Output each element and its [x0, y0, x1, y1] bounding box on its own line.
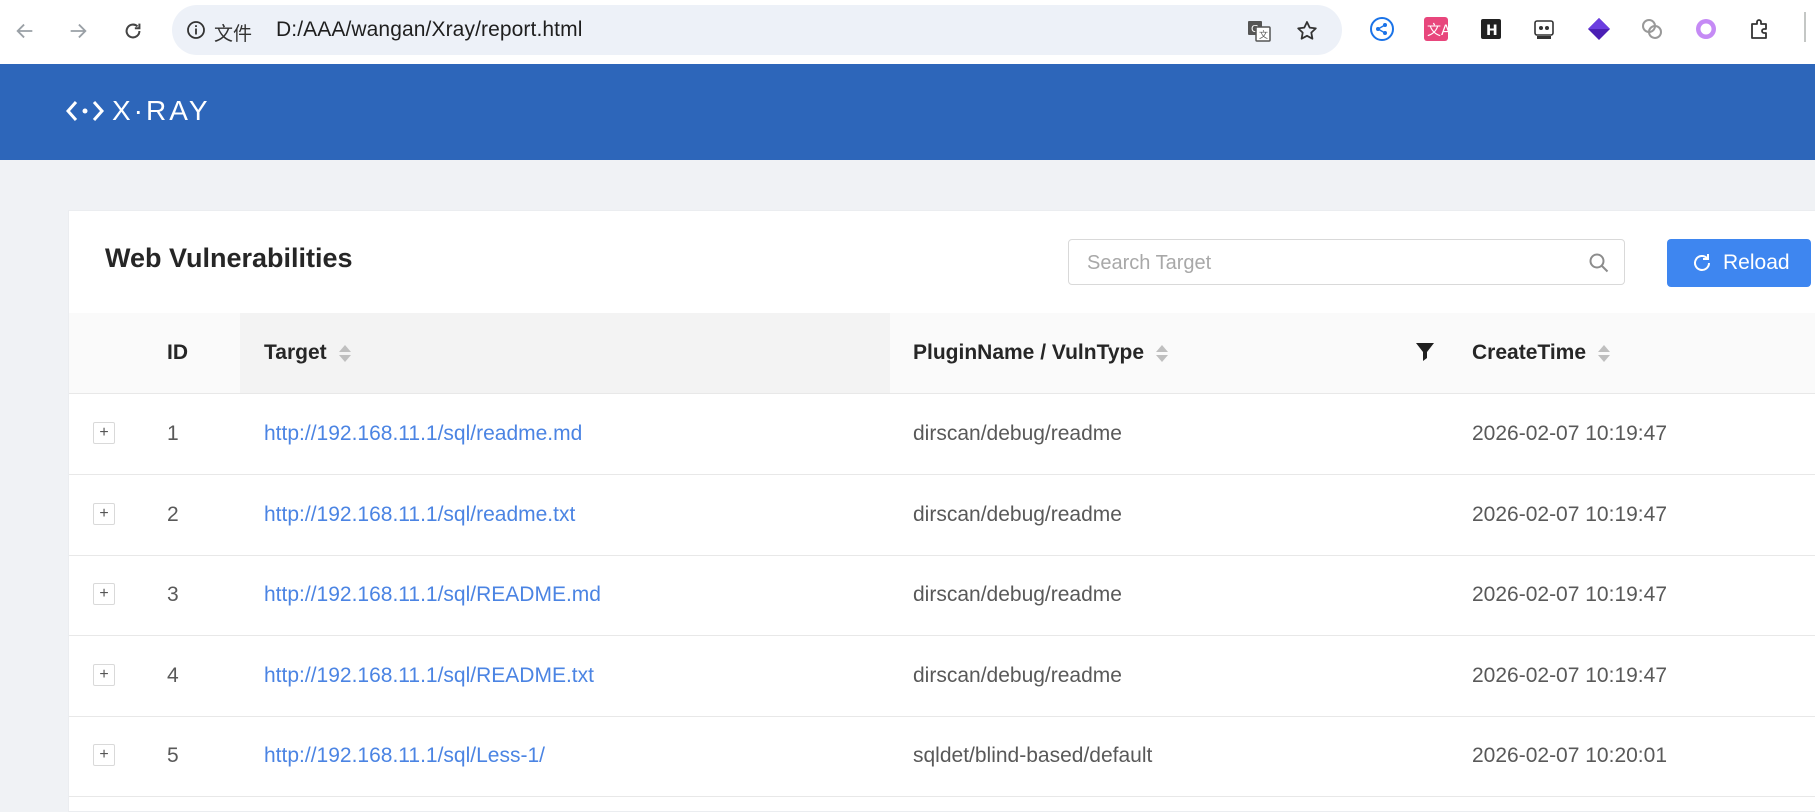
row-target-link[interactable]: http://192.168.11.1/sql/readme.md: [264, 422, 582, 446]
sort-icon[interactable]: [1156, 344, 1169, 362]
h-box-icon: H: [1481, 19, 1501, 39]
extension-diamond[interactable]: [1585, 15, 1613, 43]
row-id: 5: [167, 744, 179, 767]
ring-icon: [1696, 19, 1716, 39]
table-row: + 1 http://192.168.11.1/sql/readme.md di…: [69, 394, 1815, 475]
expand-row-button[interactable]: +: [93, 583, 115, 605]
filter-icon[interactable]: [1414, 341, 1436, 363]
search-icon[interactable]: [1588, 252, 1610, 274]
refresh-icon: [125, 23, 141, 39]
row-plugin: sqldet/blind-based/default: [913, 744, 1153, 767]
search-target-field[interactable]: [1068, 239, 1625, 285]
info-icon[interactable]: [186, 20, 206, 40]
reload-icon: [1694, 254, 1710, 271]
share-icon: [1370, 17, 1394, 41]
row-plugin: dirscan/debug/readme: [913, 503, 1122, 526]
column-label-plugin: PluginName / VulnType: [913, 341, 1145, 364]
row-plugin: dirscan/debug/readme: [913, 664, 1122, 687]
address-bar[interactable]: 文件 D:/AAA/wangan/Xray/report.html G文: [172, 5, 1342, 55]
row-target-link[interactable]: http://192.168.11.1/sql/Less-1/: [264, 744, 545, 768]
row-target-link[interactable]: http://192.168.11.1/sql/readme.txt: [264, 503, 575, 527]
file-chip-label: 文件: [214, 24, 253, 45]
expand-row-button[interactable]: +: [93, 422, 115, 444]
arrow-right-icon: [70, 23, 87, 39]
forward-button[interactable]: [61, 14, 95, 48]
table-header: ID Target PluginName / VulnType CreateTi…: [69, 313, 1815, 394]
toolbar-divider: [1804, 12, 1806, 42]
logo-mark-icon: [66, 101, 104, 121]
row-target-link[interactable]: http://192.168.11.1/sql/README.md: [264, 583, 601, 607]
row-id: 1: [167, 422, 179, 445]
translate-button[interactable]: G文: [1245, 17, 1273, 45]
row-target-link[interactable]: http://192.168.11.1/sql/README.txt: [264, 664, 594, 688]
row-createtime: 2026-02-07 10:19:47: [1472, 664, 1667, 687]
puzzle-icon: [1751, 19, 1767, 39]
column-header-id: ID: [167, 341, 188, 365]
xray-logo[interactable]: X·RAY: [66, 95, 211, 126]
extension-avatar[interactable]: [1530, 15, 1558, 43]
table-row: + 4 http://192.168.11.1/sql/README.txt d…: [69, 636, 1815, 717]
column-header-plugin[interactable]: PluginName / VulnType: [913, 341, 1169, 365]
back-button[interactable]: [8, 14, 42, 48]
extension-h[interactable]: H: [1477, 15, 1505, 43]
table-row: + 2 http://192.168.11.1/sql/readme.txt d…: [69, 475, 1815, 556]
row-createtime: 2026-02-07 10:19:47: [1472, 583, 1667, 606]
column-label-id: ID: [167, 341, 188, 364]
svg-text:H: H: [1486, 23, 1498, 39]
extension-links[interactable]: [1638, 15, 1666, 43]
bookmark-button[interactable]: [1293, 17, 1321, 45]
extension-share[interactable]: [1368, 15, 1396, 43]
robot-icon: [1534, 20, 1554, 39]
link-circles-icon: [1642, 19, 1662, 39]
column-header-target[interactable]: Target: [264, 341, 351, 365]
diamond-icon: [1588, 18, 1610, 40]
table-row: + 5 http://192.168.11.1/sql/Less-1/ sqld…: [69, 716, 1815, 797]
sort-icon[interactable]: [338, 344, 351, 362]
column-label-createtime: CreateTime: [1472, 341, 1587, 364]
logo-text: X·RAY: [112, 95, 211, 126]
svg-text:文A: 文A: [1427, 23, 1449, 39]
svg-text:文: 文: [1259, 29, 1268, 41]
expand-row-button[interactable]: +: [93, 744, 115, 766]
translate-ext-icon: 文A: [1424, 17, 1449, 41]
url-text[interactable]: D:/AAA/wangan/Xray/report.html: [276, 18, 582, 42]
row-id: 4: [167, 664, 179, 687]
arrow-left-icon: [16, 23, 33, 39]
vulnerabilities-card: Web Vulnerabilities Reload ID Target Plu…: [68, 210, 1815, 812]
row-id: 3: [167, 583, 179, 606]
reload-label: Reload: [1723, 251, 1790, 274]
card-title: Web Vulnerabilities: [105, 243, 353, 273]
extension-translate[interactable]: 文A: [1422, 15, 1450, 43]
reload-button[interactable]: Reload: [1667, 239, 1811, 287]
expand-row-button[interactable]: +: [93, 503, 115, 525]
column-header-createtime[interactable]: CreateTime: [1472, 341, 1611, 365]
translate-icon: G文: [1248, 21, 1271, 42]
extensions-menu-button[interactable]: [1746, 15, 1774, 43]
row-createtime: 2026-02-07 10:19:47: [1472, 503, 1667, 526]
search-input[interactable]: [1085, 250, 1559, 276]
row-plugin: dirscan/debug/readme: [913, 583, 1122, 606]
sort-icon[interactable]: [1598, 344, 1611, 362]
expand-row-button[interactable]: +: [93, 664, 115, 686]
column-label-target: Target: [264, 341, 327, 364]
extension-ring[interactable]: [1692, 15, 1720, 43]
star-icon: [1297, 21, 1317, 40]
row-createtime: 2026-02-07 10:19:47: [1472, 422, 1667, 445]
row-createtime: 2026-02-07 10:20:01: [1472, 744, 1667, 767]
reload-page-button[interactable]: [116, 14, 150, 48]
row-plugin: dirscan/debug/readme: [913, 422, 1122, 445]
browser-toolbar: 文件 D:/AAA/wangan/Xray/report.html G文 文A …: [0, 0, 1815, 65]
table-row: + 3 http://192.168.11.1/sql/README.md di…: [69, 555, 1815, 636]
row-id: 2: [167, 503, 179, 526]
app-header: X·RAY: [0, 64, 1815, 160]
